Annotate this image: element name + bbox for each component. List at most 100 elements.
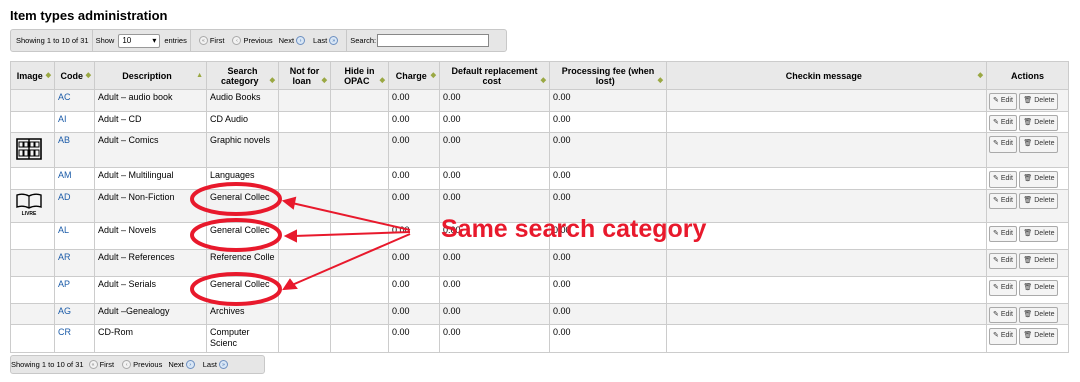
- last-button[interactable]: Last»: [203, 360, 230, 369]
- actions-cell: ✎ Edit 🗑 Delete: [986, 248, 1069, 277]
- previous-icon: ‹: [122, 360, 132, 369]
- code-link[interactable]: AL: [58, 225, 69, 235]
- pager-divider: [91, 30, 93, 51]
- first-button[interactable]: «First: [87, 360, 114, 369]
- image-caption: LIVRE: [21, 211, 37, 217]
- delete-button[interactable]: 🗑 Delete: [1019, 171, 1059, 188]
- code-link[interactable]: AI: [58, 114, 67, 124]
- code-cell[interactable]: CR: [54, 324, 95, 353]
- column-header[interactable]: Description ▲: [94, 61, 207, 90]
- category-cell: General Collec: [206, 275, 279, 304]
- code-cell[interactable]: AI: [54, 110, 95, 133]
- code-link[interactable]: AC: [58, 92, 71, 102]
- entries-select[interactable]: 10 ▾: [118, 33, 161, 48]
- actions-cell: ✎ Edit 🗑 Delete: [986, 275, 1069, 304]
- not-for-loan-cell: [278, 167, 331, 190]
- code-cell[interactable]: AG: [54, 302, 95, 325]
- sort-icon: ◆: [85, 71, 91, 79]
- checkin-message-cell: [666, 89, 987, 112]
- code-link[interactable]: AG: [58, 306, 71, 316]
- sort-icon: ◆: [977, 71, 983, 79]
- column-header[interactable]: Not for loan ◆: [278, 61, 331, 90]
- pencil-icon: ✎: [993, 283, 999, 291]
- code-cell[interactable]: AD: [54, 188, 95, 223]
- last-icon: »: [218, 360, 228, 369]
- search-input[interactable]: [377, 34, 490, 47]
- column-header[interactable]: Search category ◆: [206, 61, 279, 90]
- code-link[interactable]: AB: [58, 135, 70, 145]
- column-header[interactable]: Processing fee (when lost) ◆: [549, 61, 667, 90]
- delete-button[interactable]: 🗑 Delete: [1019, 93, 1059, 110]
- column-header[interactable]: Charge ◆: [388, 61, 440, 90]
- replacement-cost-cell: 0.00: [439, 132, 550, 168]
- delete-button[interactable]: 🗑 Delete: [1019, 252, 1059, 269]
- edit-button[interactable]: ✎ Edit: [989, 279, 1017, 296]
- next-icon: ›: [296, 36, 306, 45]
- image-cell: [10, 221, 55, 250]
- description-cell: Adult – Non-Fiction: [94, 188, 207, 223]
- checkin-message-cell: [666, 248, 987, 277]
- replacement-cost-cell: 0.00: [439, 275, 550, 304]
- edit-button[interactable]: ✎ Edit: [989, 136, 1017, 153]
- next-button[interactable]: Next ›: [168, 360, 196, 369]
- first-button[interactable]: «First: [197, 36, 224, 45]
- code-cell[interactable]: AM: [54, 167, 95, 190]
- previous-button[interactable]: ‹ Previous: [230, 36, 273, 45]
- last-button[interactable]: Last»: [313, 36, 340, 45]
- edit-button[interactable]: ✎ Edit: [989, 171, 1017, 188]
- edit-button[interactable]: ✎ Edit: [989, 225, 1017, 242]
- pencil-icon: ✎: [993, 196, 999, 204]
- edit-button[interactable]: ✎ Edit: [989, 192, 1017, 209]
- delete-button[interactable]: 🗑 Delete: [1019, 225, 1059, 242]
- next-button[interactable]: Next ›: [279, 36, 307, 45]
- code-link[interactable]: AP: [58, 279, 70, 289]
- trash-icon: 🗑: [1023, 118, 1033, 126]
- chevron-down-icon: ▾: [152, 36, 157, 45]
- first-icon: «: [198, 36, 208, 45]
- code-link[interactable]: AR: [58, 252, 71, 262]
- trash-icon: 🗑: [1023, 256, 1033, 264]
- processing-fee-cell: 0.00: [549, 275, 667, 304]
- code-link[interactable]: CR: [58, 327, 71, 337]
- not-for-loan-cell: [278, 188, 331, 223]
- edit-button[interactable]: ✎ Edit: [989, 306, 1017, 323]
- column-header[interactable]: Hide in OPAC ◆: [330, 61, 389, 90]
- delete-button[interactable]: 🗑 Delete: [1019, 279, 1059, 296]
- column-header[interactable]: Default replacement cost ◆: [439, 61, 550, 90]
- delete-button[interactable]: 🗑 Delete: [1019, 306, 1059, 323]
- delete-button[interactable]: 🗑 Delete: [1019, 136, 1059, 153]
- pencil-icon: ✎: [993, 175, 999, 182]
- column-header[interactable]: Checkin message ◆: [666, 61, 987, 90]
- not-for-loan-cell: [278, 248, 331, 277]
- pencil-icon: ✎: [993, 140, 999, 147]
- search-label: Search:: [350, 36, 377, 45]
- description-cell: Adult – References: [94, 248, 207, 277]
- previous-button[interactable]: ‹ Previous: [120, 360, 162, 369]
- entries-label: entries: [164, 36, 187, 45]
- code-link[interactable]: AM: [58, 170, 72, 180]
- code-link[interactable]: AD: [58, 192, 71, 202]
- edit-button[interactable]: ✎ Edit: [989, 328, 1017, 345]
- delete-button[interactable]: 🗑 Delete: [1019, 114, 1059, 131]
- edit-button[interactable]: ✎ Edit: [989, 93, 1017, 110]
- category-cell: Archives: [206, 302, 279, 325]
- pencil-icon: ✎: [993, 229, 999, 237]
- code-cell[interactable]: AB: [54, 132, 95, 168]
- column-header[interactable]: Image ◆: [10, 61, 55, 90]
- delete-button[interactable]: 🗑 Delete: [1019, 192, 1059, 209]
- code-cell[interactable]: AC: [54, 89, 95, 112]
- category-cell: General Collec: [206, 221, 279, 250]
- processing-fee-cell: 0.00: [549, 110, 667, 133]
- not-for-loan-cell: [278, 110, 331, 133]
- edit-button[interactable]: ✎ Edit: [989, 252, 1017, 269]
- pencil-icon: ✎: [993, 310, 999, 318]
- code-cell[interactable]: AR: [54, 248, 95, 277]
- edit-button[interactable]: ✎ Edit: [989, 114, 1017, 131]
- sort-icon: ◆: [657, 76, 663, 84]
- column-header[interactable]: Code ◆: [54, 61, 95, 90]
- delete-button[interactable]: 🗑 Delete: [1019, 328, 1059, 345]
- not-for-loan-cell: [278, 132, 331, 168]
- code-cell[interactable]: AP: [54, 275, 95, 304]
- pencil-icon: ✎: [993, 332, 999, 339]
- code-cell[interactable]: AL: [54, 221, 95, 250]
